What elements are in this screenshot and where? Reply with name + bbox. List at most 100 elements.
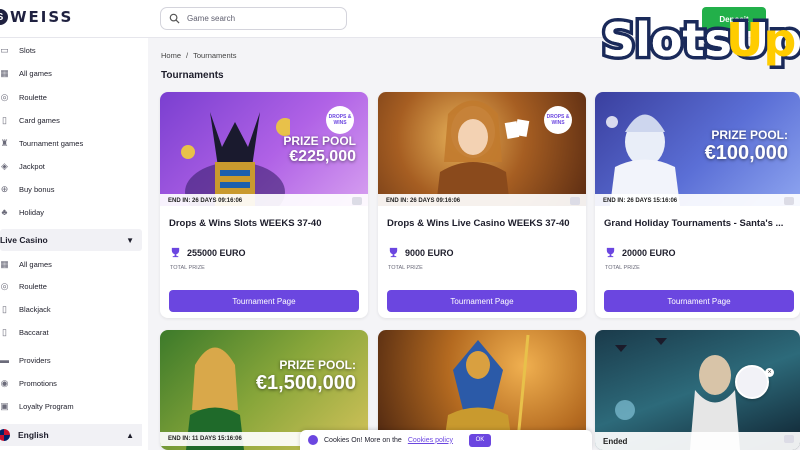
trophy-icon bbox=[171, 247, 180, 258]
sidebar-item-slots[interactable]: ▭ Slots bbox=[0, 40, 148, 60]
end-timer-text: END IN: 26 DAYS 09:16:06 bbox=[168, 198, 243, 204]
sidebar-item-label: Card games bbox=[19, 115, 60, 125]
tournament-title: Drops & Wins Live Casino WEEKS 37-40 bbox=[387, 218, 570, 229]
tournament-card[interactable]: PRIZE POOL: €100,000 END IN: 26 DAYS 15:… bbox=[595, 92, 800, 318]
cookie-policy-link[interactable]: Cookies policy bbox=[408, 437, 453, 444]
tournament-title: Drops & Wins Slots WEEKS 37-40 bbox=[169, 218, 322, 229]
svg-text:Slots: Slots bbox=[602, 13, 732, 67]
language-selector[interactable]: English ▲ bbox=[0, 424, 142, 446]
sidebar-item-label: Roulette bbox=[19, 92, 47, 102]
tournament-card[interactable]: DROPS & WINS END IN: 26 DAYS 09:16:06 Dr… bbox=[378, 92, 586, 318]
sidebar-item-label: Buy bonus bbox=[19, 184, 55, 194]
cards-icon: ▯ bbox=[2, 114, 7, 125]
search-icon bbox=[169, 13, 180, 24]
breadcrumb-separator: / bbox=[186, 51, 189, 60]
brand-mark: S bbox=[0, 9, 8, 25]
sidebar: ▭ Slots ▦ All games ◎ Roulette ▯ Card games … bbox=[0, 38, 148, 450]
sidebar-item-tournament-games[interactable]: ♜ Tournament games bbox=[0, 133, 148, 153]
close-icon[interactable]: × bbox=[765, 368, 774, 377]
sidebar-item-promotions[interactable]: ◉ Promotions bbox=[0, 373, 148, 393]
caret-up-icon: ▲ bbox=[126, 430, 134, 440]
sidebar-item-label: Promotions bbox=[19, 378, 57, 388]
tournament-title: Grand Holiday Tournaments - Santa's ... bbox=[604, 218, 784, 229]
sidebar-item-label: All games bbox=[19, 259, 52, 269]
trophy-icon bbox=[389, 247, 398, 258]
tournament-page-button[interactable]: Tournament Page bbox=[604, 290, 794, 312]
prize-pool-text: PRIZE POOL: €100,000 bbox=[705, 128, 788, 165]
support-avatar[interactable] bbox=[735, 365, 769, 399]
sidebar-item-loyalty[interactable]: ▣ Loyalty Program bbox=[0, 396, 148, 416]
prize-amount-label: TOTAL PRIZE bbox=[605, 265, 640, 271]
breadcrumb-current: Tournaments bbox=[193, 51, 237, 60]
tournament-page-button[interactable]: Tournament Page bbox=[387, 290, 577, 312]
prize-pool-text: PRIZE POOL €225,000 bbox=[283, 134, 356, 166]
baccarat-icon: ▯ bbox=[2, 326, 7, 337]
sidebar-item-label: Baccarat bbox=[19, 327, 49, 337]
provider-tag-icon bbox=[784, 197, 794, 205]
prize-amount-row: 255000 EURO bbox=[170, 247, 246, 258]
search-input[interactable] bbox=[187, 14, 337, 23]
sidebar-item-roulette[interactable]: ◎ Roulette bbox=[0, 87, 148, 107]
sidebar-item-label: Tournament games bbox=[19, 138, 84, 148]
drops-wins-badge: DROPS & WINS bbox=[326, 106, 354, 134]
sidebar-item-label: Blackjack bbox=[19, 304, 51, 314]
sidebar-item-holiday[interactable]: ♣ Holiday bbox=[0, 202, 148, 222]
sidebar-item-card-games[interactable]: ▯ Card games bbox=[0, 110, 148, 130]
end-timer-text: Ended bbox=[603, 436, 628, 446]
grid-icon: ▦ bbox=[0, 67, 9, 78]
breadcrumb: Home / Tournaments bbox=[161, 51, 236, 60]
svg-text:Up: Up bbox=[726, 13, 796, 67]
sidebar-item-providers[interactable]: ▬ Providers bbox=[0, 350, 148, 370]
end-timer-text: END IN: 26 DAYS 09:16:06 bbox=[386, 198, 461, 204]
loyalty-icon: ▣ bbox=[0, 400, 9, 411]
tournament-card[interactable]: DROPS & WINS PRIZE POOL €225,000 END IN:… bbox=[160, 92, 368, 318]
cookie-icon bbox=[308, 435, 318, 445]
provider-tag-icon bbox=[570, 197, 580, 205]
uk-flag-icon bbox=[0, 429, 10, 441]
prize-amount-label: TOTAL PRIZE bbox=[388, 265, 423, 271]
sidebar-section-live-casino[interactable]: Live Casino ▼ bbox=[0, 229, 142, 251]
prize-amount: 20000 EURO bbox=[622, 247, 676, 258]
prize-amount-row: 20000 EURO bbox=[605, 247, 676, 258]
prize-pool-label: PRIZE POOL: bbox=[711, 128, 788, 142]
cookie-ok-button[interactable]: OK bbox=[468, 433, 491, 447]
tournament-banner[interactable]: DROPS & WINS PRIZE POOL €225,000 bbox=[160, 92, 368, 206]
trophy-icon bbox=[606, 247, 615, 258]
end-timer-text: END IN: 26 DAYS 15:16:06 bbox=[603, 198, 678, 204]
prize-pool-label: PRIZE POOL: bbox=[279, 358, 356, 372]
sidebar-item-label: Holiday bbox=[19, 207, 45, 217]
sidebar-item-blackjack[interactable]: ▯ Blackjack bbox=[0, 299, 148, 319]
sidebar-item-label: Providers bbox=[19, 355, 51, 365]
prize-amount-row: 9000 EURO bbox=[388, 247, 454, 258]
search-box[interactable] bbox=[160, 7, 347, 30]
end-timer: Ended bbox=[595, 432, 800, 450]
sidebar-item-label: Roulette bbox=[19, 281, 47, 291]
prize-pool-text: PRIZE POOL: €1,500,000 bbox=[256, 358, 356, 395]
prize-pool-label: PRIZE POOL bbox=[283, 134, 356, 148]
sidebar-item-live-all-games[interactable]: ▦ All games bbox=[0, 254, 148, 274]
sidebar-item-live-roulette[interactable]: ◎ Roulette bbox=[0, 276, 148, 296]
language-label: English bbox=[18, 430, 49, 440]
blackjack-icon: ▯ bbox=[2, 303, 7, 314]
promotions-icon: ◉ bbox=[0, 377, 9, 388]
provider-tag-icon bbox=[784, 435, 794, 443]
section-label: Live Casino bbox=[0, 235, 48, 245]
sidebar-item-buy-bonus[interactable]: ⊕ Buy bonus bbox=[0, 179, 148, 199]
tournament-banner[interactable]: PRIZE POOL: €100,000 bbox=[595, 92, 800, 206]
tournament-card[interactable]: × Ended bbox=[595, 330, 800, 450]
brand-logo[interactable]: S WEISS bbox=[0, 8, 73, 26]
tournament-banner[interactable]: DROPS & WINS bbox=[378, 92, 586, 206]
prize-amount: 255000 EURO bbox=[187, 247, 246, 258]
sidebar-item-baccarat[interactable]: ▯ Baccarat bbox=[0, 322, 148, 342]
sidebar-item-jackpot[interactable]: ◈ Jackpot bbox=[0, 156, 148, 176]
tournament-page-button[interactable]: Tournament Page bbox=[169, 290, 359, 312]
end-timer: END IN: 26 DAYS 09:16:06 bbox=[378, 194, 586, 208]
sidebar-item-all-games[interactable]: ▦ All games bbox=[0, 63, 148, 83]
prize-pool-value: €1,500,000 bbox=[255, 372, 356, 394]
breadcrumb-home[interactable]: Home bbox=[161, 51, 181, 60]
brand-name: WEISS bbox=[10, 8, 74, 26]
jackpot-icon: ◈ bbox=[1, 160, 8, 171]
anubis-artwork bbox=[181, 112, 290, 206]
tree-icon: ♣ bbox=[1, 207, 8, 217]
drops-wins-badge: DROPS & WINS bbox=[544, 106, 572, 134]
